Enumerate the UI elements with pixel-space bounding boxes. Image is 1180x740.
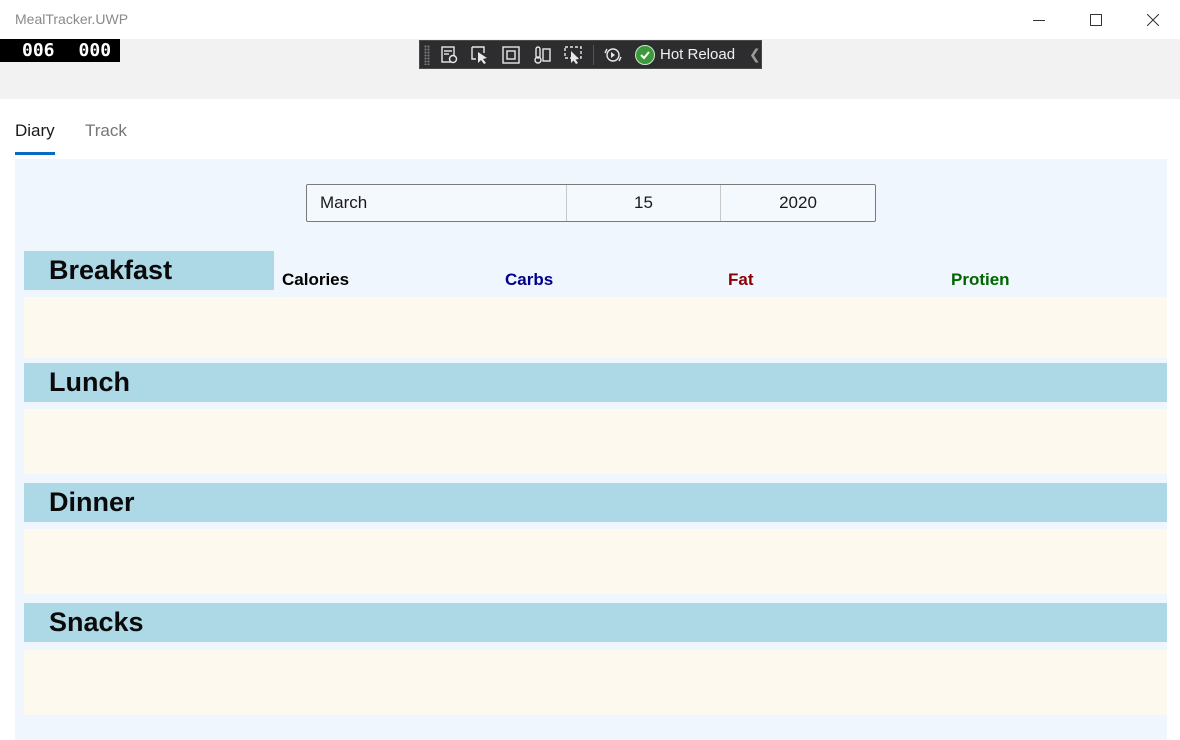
meal-list-lunch[interactable] <box>24 409 1167 474</box>
title-bar: MealTracker.UWP <box>0 0 1180 39</box>
maximize-button[interactable] <box>1073 0 1119 39</box>
date-picker-month[interactable]: March <box>307 185 567 221</box>
hot-reload-indicator[interactable]: Hot Reload <box>635 44 736 65</box>
column-header-fat: Fat <box>728 270 754 289</box>
date-picker-day[interactable]: 15 <box>567 185 721 221</box>
tab-track[interactable]: Track <box>85 121 127 141</box>
meal-list-dinner[interactable] <box>24 529 1167 594</box>
meal-title-snacks: Snacks <box>49 607 144 637</box>
meal-header-breakfast: Breakfast <box>24 251 274 290</box>
chevron-left-icon[interactable]: ❮ <box>749 46 761 63</box>
meal-list-snacks[interactable] <box>24 650 1167 715</box>
live-visual-tree-icon[interactable] <box>437 44 461 66</box>
meal-list-breakfast[interactable] <box>24 297 1167 358</box>
column-header-carbs: Carbs <box>505 270 554 289</box>
track-focus-icon[interactable] <box>530 44 554 66</box>
check-icon <box>635 44 655 65</box>
column-header-protien: Protien <box>951 270 1010 289</box>
hot-reload-status-icon[interactable] <box>601 44 625 66</box>
frame-rate-counter: 006 000 <box>0 39 120 62</box>
toolbar-grip-icon[interactable] <box>424 44 430 65</box>
close-button[interactable] <box>1130 0 1176 39</box>
debug-toolbar: Hot Reload ❮ <box>419 40 762 69</box>
meal-header-dinner: Dinner <box>24 483 1167 522</box>
meal-title-lunch: Lunch <box>49 367 130 397</box>
frame-counter-right: 000 <box>78 40 112 61</box>
binding-failures-icon[interactable] <box>561 44 585 66</box>
toolbar-separator <box>593 44 594 65</box>
meal-header-snacks: Snacks <box>24 603 1167 642</box>
hot-reload-label: Hot Reload <box>660 46 736 63</box>
tab-diary[interactable]: Diary <box>15 121 55 141</box>
frame-counter-left: 006 <box>22 40 55 61</box>
select-element-icon[interactable] <box>468 44 492 66</box>
column-header-calories: Calories <box>282 270 350 289</box>
close-icon <box>1147 13 1159 26</box>
meal-header-lunch: Lunch <box>24 363 1167 402</box>
date-picker[interactable]: March 15 2020 <box>306 184 876 222</box>
maximize-icon <box>1090 13 1102 26</box>
display-layout-adorners-icon[interactable] <box>499 44 523 66</box>
window-title: MealTracker.UWP <box>15 11 129 27</box>
meal-title-dinner: Dinner <box>49 487 135 517</box>
selected-tab-indicator <box>15 152 55 155</box>
meal-title-breakfast: Breakfast <box>49 255 173 285</box>
minimize-icon <box>1033 19 1045 21</box>
minimize-button[interactable] <box>1016 0 1062 39</box>
date-picker-year[interactable]: 2020 <box>721 185 875 221</box>
